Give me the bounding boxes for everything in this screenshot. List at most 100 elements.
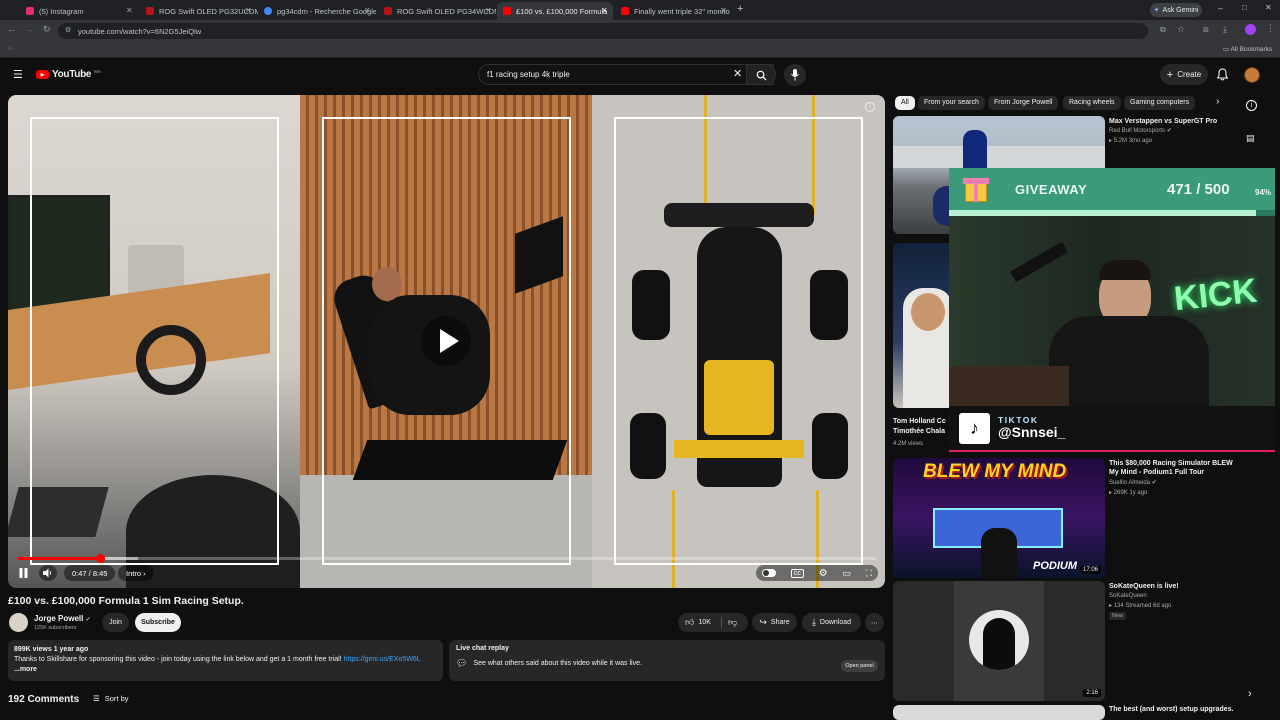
progress-bar[interactable] — [18, 554, 876, 563]
chrome-menu-icon[interactable]: ⋮ — [1266, 23, 1275, 34]
tiktok-overlay: ♪ TIKTOK @Snnsei_ — [949, 406, 1275, 452]
minimize-icon[interactable]: – — [1218, 3, 1223, 13]
thumbs-down-icon[interactable]: 👎︎ — [728, 617, 737, 628]
sidebar-video-title[interactable]: SoKateQueen is live! — [1109, 582, 1239, 591]
share-button[interactable]: ↪ Share — [752, 613, 797, 632]
extensions-icon[interactable]: ⧈ — [1203, 24, 1209, 35]
thumbs-up-icon[interactable]: 👍︎ — [685, 617, 694, 628]
profile-avatar[interactable] — [1245, 24, 1256, 35]
close-tab-icon[interactable]: ✕ — [485, 6, 492, 15]
close-tab-icon[interactable]: ✕ — [126, 6, 133, 15]
all-bookmarks-button[interactable]: ▭ All Bookmarks — [1223, 45, 1272, 53]
all-bookmarks-label: All Bookmarks — [1230, 46, 1273, 53]
settings-gear-icon[interactable]: ⚙ — [819, 568, 828, 579]
sidebar-channel-name[interactable]: Suellio Almeida — [1109, 480, 1150, 486]
region-code: MA — [94, 68, 101, 74]
sidebar-channel-name[interactable]: SoKateQueen — [1109, 592, 1147, 601]
install-icon[interactable]: ⧉ — [1160, 25, 1166, 35]
sidebar-thumbnail-4[interactable]: 2:16 — [893, 581, 1105, 701]
sidebar-thumbnail-3[interactable]: BLEW MY MIND PODIUM 17:06 — [893, 458, 1105, 578]
subscribe-button[interactable]: Subscribe — [135, 613, 181, 632]
volume-button[interactable] — [39, 565, 57, 581]
info-icon[interactable]: i — [865, 102, 875, 112]
channel-name-row[interactable]: Jorge Powell ✔ — [34, 614, 91, 623]
sidebar-video-title[interactable]: This $80,000 Racing Simulator BLEW My Mi… — [1109, 459, 1234, 477]
feedback-icon[interactable]: ▤ — [1246, 133, 1255, 144]
download-button[interactable]: ⤓ Download — [802, 613, 861, 632]
menu-icon[interactable]: ☰ — [13, 68, 23, 81]
notifications-bell-icon[interactable] — [1217, 68, 1228, 81]
chip-all[interactable]: All — [895, 96, 915, 110]
show-more-link[interactable]: ...more — [14, 665, 437, 675]
sidebar-video-title[interactable]: Tom Holland Cc — [893, 417, 948, 426]
youtube-logo[interactable]: ▶ YouTube MA — [36, 69, 101, 80]
account-avatar[interactable] — [1244, 67, 1260, 83]
sort-comments-button[interactable]: ☰ Sort by — [93, 694, 129, 703]
chevron-right-icon[interactable]: › — [1216, 96, 1219, 107]
close-tab-icon[interactable]: ✕ — [245, 6, 252, 15]
close-tab-icon[interactable]: ✕ — [601, 6, 608, 15]
close-tab-icon[interactable]: ✕ — [720, 6, 727, 15]
scrubber-handle[interactable] — [95, 554, 105, 563]
pause-icon[interactable] — [19, 568, 28, 578]
info-circle-icon[interactable]: i — [1246, 100, 1257, 111]
sidebar-video-title-line2[interactable]: Timothée Chala — [893, 427, 948, 436]
chip-label: From Jorge Powell — [994, 99, 1053, 106]
browser-tab-google[interactable]: pg34cdm - Recherche Google — [258, 2, 376, 20]
join-label: Join — [109, 619, 122, 626]
scroll-right-icon[interactable]: › — [1248, 688, 1252, 700]
giveaway-overlay: GIVEAWAY 471 / 500 94% — [949, 168, 1275, 216]
sort-label: Sort by — [104, 694, 129, 703]
chip-racing-wheels[interactable]: Racing wheels — [1063, 96, 1121, 110]
bookmark-star-icon[interactable]: ☆ — [1177, 24, 1185, 35]
close-tab-icon[interactable]: ✕ — [364, 6, 371, 15]
video-panel-budget — [8, 95, 300, 588]
captions-icon[interactable]: cc — [790, 568, 804, 578]
autoplay-toggle-icon[interactable] — [762, 569, 776, 577]
url-input[interactable]: ⚙ youtube.com/watch?v=6N2G5JeiQlw — [58, 23, 1148, 39]
trending-icon: ▸ — [1109, 138, 1113, 144]
browser-tab-rog-pg34[interactable]: ROG Swift OLED PG34WCDM | — [378, 2, 496, 20]
chapter-button[interactable]: Intro › — [118, 565, 154, 581]
like-count[interactable]: 10K — [698, 619, 710, 626]
ask-gemini-button[interactable]: ✦ Ask Gemini — [1150, 3, 1202, 17]
sidebar-thumbnail-5[interactable] — [893, 705, 1105, 720]
chip-from-jorge-powell[interactable]: From Jorge Powell — [988, 96, 1059, 110]
more-actions-button[interactable]: ⋯ — [865, 613, 884, 632]
description-box[interactable]: 899K views 1 year ago Thanks to Skillsha… — [8, 640, 443, 681]
maximize-icon[interactable]: □ — [1242, 3, 1247, 12]
apps-icon[interactable]: ⁘ — [7, 44, 14, 53]
search-button[interactable] — [746, 64, 776, 85]
play-overlay-button[interactable] — [421, 316, 471, 366]
download-icon[interactable]: ⤓ — [1223, 24, 1227, 35]
voice-search-button[interactable] — [784, 64, 806, 86]
sidebar-video-title[interactable]: Max Verstappen vs SuperGT Pro — [1109, 117, 1239, 126]
back-icon[interactable]: ← — [7, 24, 16, 34]
sim-seat-image — [981, 528, 1017, 578]
giveaway-counter: 471 / 500 — [1167, 181, 1230, 198]
browser-tab-instagram[interactable]: (5) Instagram — [20, 2, 138, 20]
chip-from-search[interactable]: From your search — [918, 96, 985, 110]
join-button[interactable]: Join — [102, 613, 129, 632]
clear-search-icon[interactable]: ✕ — [733, 67, 742, 80]
create-button[interactable]: + Create — [1160, 64, 1208, 85]
reload-icon[interactable]: ↻ — [43, 24, 51, 35]
chapter-label: Intro — [126, 568, 142, 578]
new-tab-icon[interactable]: + — [737, 3, 743, 15]
browser-tab-youtube-triple[interactable]: Finally went triple 32" monitor — [615, 2, 730, 20]
fullscreen-icon[interactable]: ⛶ — [866, 568, 872, 579]
browser-tab-rog-pg32[interactable]: ROG Swift OLED PG32UCDM3 | — [140, 2, 258, 20]
browser-tab-youtube-active[interactable]: £100 vs. £100,000 Formula — [497, 2, 613, 20]
site-info-icon[interactable]: ⚙ — [65, 26, 71, 34]
video-player[interactable]: i 0:47 / 8:45 Intro › cc ⚙ ▭ ⛶ — [8, 95, 885, 588]
description-link[interactable]: https://geni.us/EXo5W6L — [344, 656, 421, 663]
sidebar-video-title[interactable]: The best (and worst) setup upgrades. — [1109, 705, 1269, 714]
search-input[interactable]: f1 racing setup 4k triple — [478, 64, 774, 85]
chip-gaming-computers[interactable]: Gaming computers — [1124, 96, 1196, 110]
miniplayer-icon[interactable]: ▭ — [842, 568, 851, 579]
close-window-icon[interactable]: ✕ — [1265, 3, 1272, 12]
open-panel-button[interactable]: Open panel — [841, 660, 878, 672]
sidebar-channel-name[interactable]: Red Bull Motorsports — [1109, 128, 1165, 134]
forward-icon[interactable]: → — [25, 24, 34, 34]
channel-avatar[interactable] — [9, 613, 28, 632]
